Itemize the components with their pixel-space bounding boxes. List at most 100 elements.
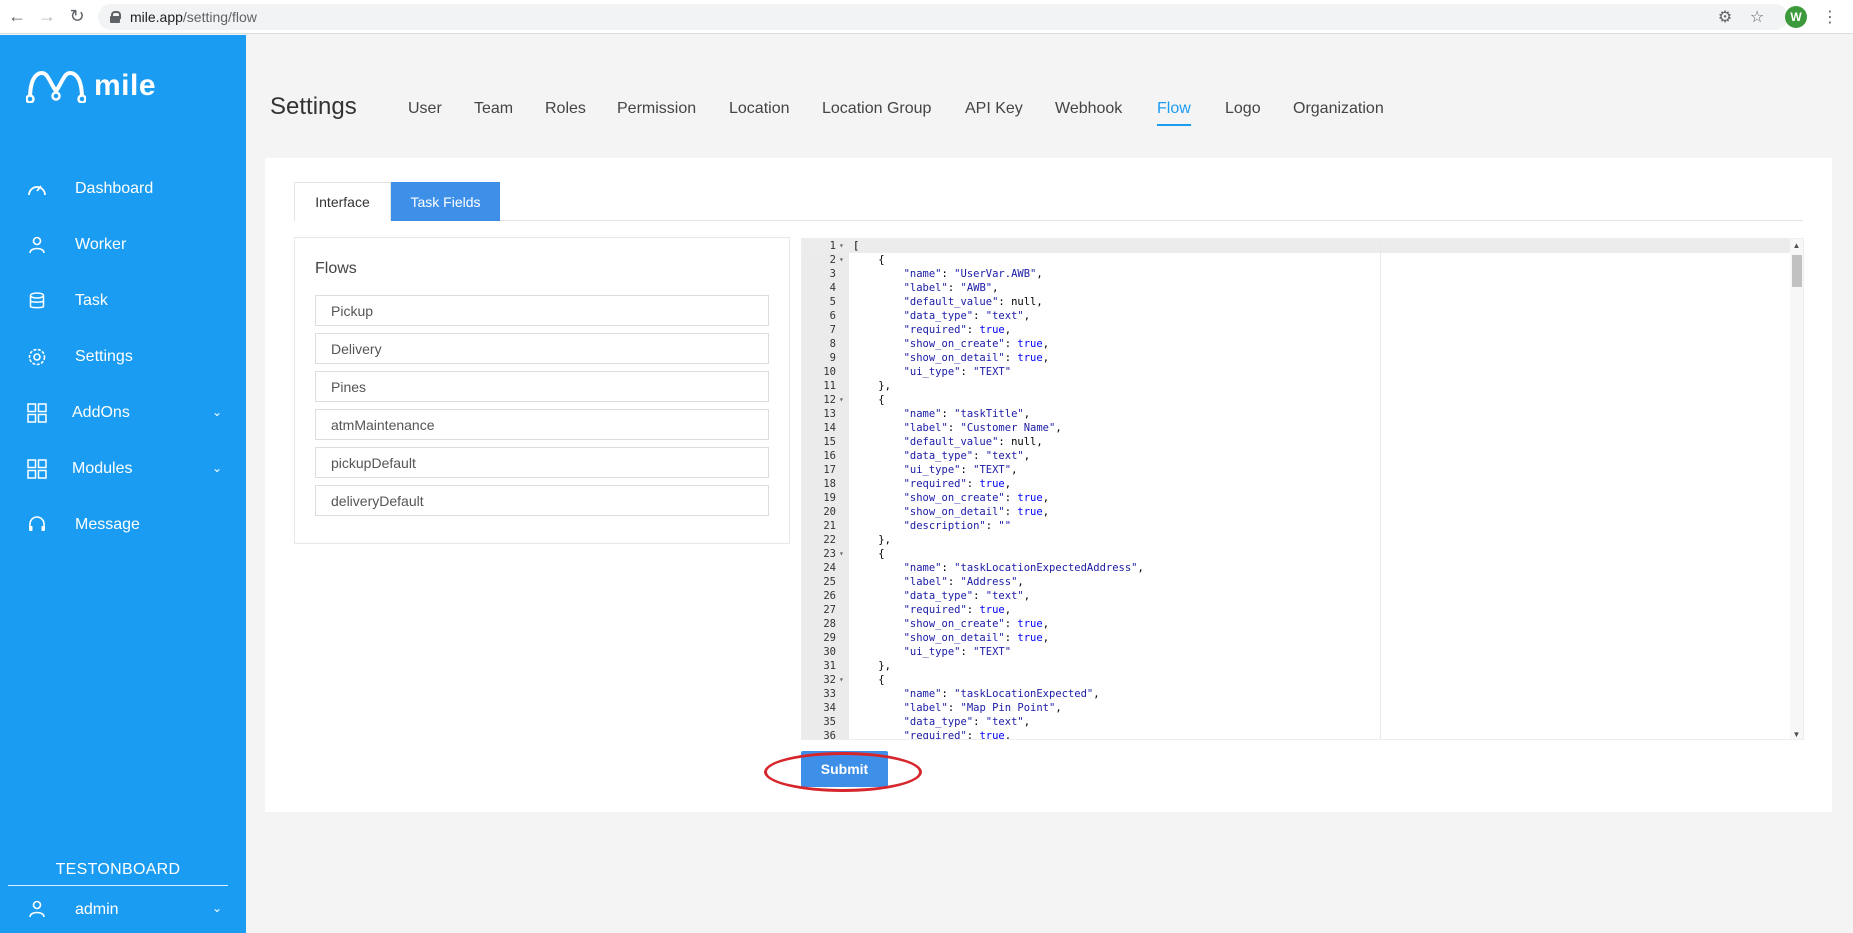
line-number: 29 (823, 632, 836, 644)
url-host: mile.app (130, 9, 183, 25)
user-menu[interactable]: admin ⌄ (0, 895, 246, 925)
active-line-highlight (802, 239, 1792, 253)
browser-toolbar: ← → ↻ mile.app/setting/flow ⚙ ☆ W ⋮ (0, 0, 1853, 34)
code-text: "required": true, (903, 478, 1012, 490)
sidebar-item-label: Settings (75, 348, 133, 365)
chevron-down-icon[interactable]: ⌄ (212, 461, 222, 475)
sidebar-item-label: Modules (72, 460, 133, 477)
tab-flow[interactable]: Flow (1157, 100, 1191, 126)
line-number: 33 (823, 688, 836, 700)
back-arrow-icon[interactable]: ← (4, 4, 30, 30)
fold-toggle-icon[interactable]: ▾ (839, 547, 844, 561)
flow-item-deliverydefault[interactable]: deliveryDefault (315, 485, 769, 516)
line-number: 4 (829, 282, 836, 294)
line-number: 16 (823, 450, 836, 462)
code-text: "data_type": "text", (903, 716, 1031, 728)
scrollbar-thumb[interactable] (1792, 255, 1802, 287)
tab-logo[interactable]: Logo (1225, 100, 1261, 118)
scroll-up-arrow-icon[interactable]: ▲ (1790, 241, 1803, 250)
flow-item-pickup[interactable]: Pickup (315, 295, 769, 326)
tab-location[interactable]: Location (729, 100, 790, 118)
sidebar: mile Dashboard Worker Task Settings AddO… (0, 35, 246, 933)
grid-icon (26, 459, 48, 479)
flows-title: Flows (315, 260, 357, 277)
line-number: 25 (823, 576, 836, 588)
user-icon (28, 900, 46, 923)
code-text: "label": "AWB", (903, 282, 999, 294)
line-number: 24 (823, 562, 836, 574)
tab-api-key[interactable]: API Key (965, 100, 1023, 118)
subtab-bar: Interface Task Fields (294, 182, 1803, 221)
code-text: "name": "UserVar.AWB", (903, 268, 1043, 280)
tab-user[interactable]: User (408, 100, 442, 118)
tab-webhook[interactable]: Webhook (1055, 100, 1122, 118)
line-number: 5 (829, 296, 836, 308)
user-name: admin (75, 901, 119, 918)
forward-arrow-icon[interactable]: → (34, 4, 60, 30)
tab-interface[interactable]: Interface (294, 182, 391, 221)
fold-toggle-icon[interactable]: ▾ (839, 239, 844, 253)
scroll-down-arrow-icon[interactable]: ▼ (1790, 730, 1803, 739)
sidebar-item-settings[interactable]: Settings (0, 337, 246, 377)
main-content: Settings User Team Roles Permission Loca… (246, 35, 1853, 933)
speedometer-icon (26, 179, 48, 199)
code-text: "data_type": "text", (903, 450, 1031, 462)
line-number: 6 (829, 310, 836, 322)
flow-settings-card: Interface Task Fields Flows Pickup Deliv… (265, 158, 1832, 812)
code-text: "default_value": null, (903, 436, 1043, 448)
line-number: 35 (823, 716, 836, 728)
organization-name: TESTONBOARD (8, 861, 228, 886)
fold-toggle-icon[interactable]: ▾ (839, 253, 844, 267)
code-text: "required": true, (903, 730, 1012, 740)
sidebar-item-label: Message (75, 516, 140, 533)
sidebar-item-label: Worker (75, 236, 127, 253)
extension-icon[interactable]: ⚙ (1713, 5, 1737, 29)
line-number: 36 (823, 730, 836, 740)
sidebar-item-label: Dashboard (75, 180, 154, 197)
bookmark-star-icon[interactable]: ☆ (1745, 5, 1769, 29)
profile-avatar[interactable]: W (1785, 6, 1807, 28)
browser-menu-icon[interactable]: ⋮ (1818, 5, 1842, 29)
tab-roles[interactable]: Roles (545, 100, 586, 118)
tab-organization[interactable]: Organization (1293, 100, 1384, 118)
json-code-editor[interactable]: 1 ▾[2 ▾ {3 "name": "UserVar.AWB", 4 "label"… (801, 238, 1804, 740)
flow-item-pickupdefault[interactable]: pickupDefault (315, 447, 769, 478)
page-title: Settings (270, 93, 357, 120)
code-text: "ui_type": "TEXT", (903, 464, 1018, 476)
reload-icon[interactable]: ↻ (64, 4, 90, 30)
chevron-down-icon[interactable]: ⌄ (212, 901, 222, 915)
line-number: 27 (823, 604, 836, 616)
line-number: 23 (823, 548, 836, 560)
sidebar-item-modules[interactable]: Modules ⌄ (0, 449, 246, 489)
tab-location-group[interactable]: Location Group (822, 100, 931, 118)
flow-item-delivery[interactable]: Delivery (315, 333, 769, 364)
code-text: "label": "Customer Name", (903, 422, 1062, 434)
address-bar[interactable]: mile.app/setting/flow (98, 4, 1788, 30)
fold-toggle-icon[interactable]: ▾ (839, 393, 844, 407)
flows-panel: Flows Pickup Delivery Pines atmMaintenan… (294, 237, 790, 544)
editor-scrollbar[interactable]: ▲ ▼ (1790, 239, 1803, 739)
sidebar-item-addons[interactable]: AddOns ⌄ (0, 393, 246, 433)
code-text: { (853, 548, 885, 560)
grid-icon (26, 403, 48, 423)
flow-item-pines[interactable]: Pines (315, 371, 769, 402)
chevron-down-icon[interactable]: ⌄ (212, 405, 222, 419)
tab-task-fields[interactable]: Task Fields (391, 182, 500, 221)
submit-button[interactable]: Submit (801, 751, 888, 787)
tab-permission[interactable]: Permission (617, 100, 696, 118)
sidebar-item-message[interactable]: Message (0, 505, 246, 545)
sidebar-item-dashboard[interactable]: Dashboard (0, 169, 246, 209)
code-text: "data_type": "text", (903, 310, 1031, 322)
tab-team[interactable]: Team (474, 100, 513, 118)
flow-item-atmmaintenance[interactable]: atmMaintenance (315, 409, 769, 440)
fold-toggle-icon[interactable]: ▾ (839, 673, 844, 687)
brand-name: mile (94, 69, 157, 102)
line-number: 22 (823, 534, 836, 546)
code-text: "required": true, (903, 324, 1012, 336)
code-text: "name": "taskLocationExpectedAddress", (903, 562, 1144, 574)
sidebar-item-task[interactable]: Task (0, 281, 246, 321)
code-text: [ (853, 240, 860, 252)
brand-logo[interactable]: mile (26, 69, 156, 103)
sidebar-item-worker[interactable]: Worker (0, 225, 246, 265)
line-number: 21 (823, 520, 836, 532)
